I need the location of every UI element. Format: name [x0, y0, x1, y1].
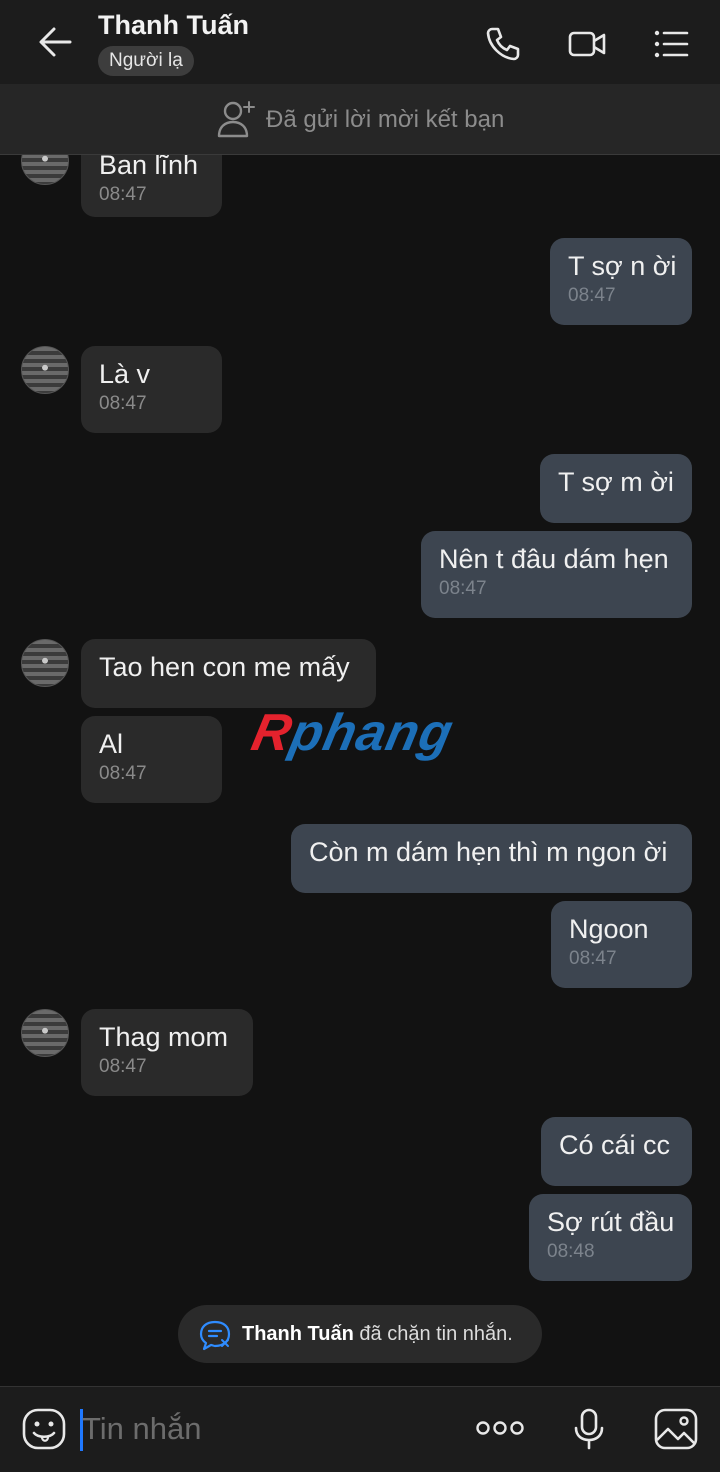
message-bubble[interactable]: T sợ n ời 08:47	[550, 238, 692, 325]
message-time: 08:47	[439, 578, 487, 599]
avatar[interactable]	[21, 1009, 69, 1057]
image-icon[interactable]	[653, 1407, 699, 1451]
message-input-bar: Tin nhắn	[0, 1386, 720, 1472]
stranger-badge: Người lạ	[98, 46, 194, 76]
message-text: Tao hen con me mấy	[99, 652, 350, 682]
emoji-icon[interactable]	[21, 1407, 67, 1451]
friend-request-text: Đã gửi lời mời kết bạn	[266, 106, 505, 133]
back-arrow-icon[interactable]	[36, 24, 76, 60]
message-text: Có cái cc	[559, 1130, 671, 1160]
message-text: T sợ m ời	[558, 467, 674, 497]
phone-icon[interactable]	[483, 24, 523, 64]
message-bubble[interactable]: Ngoon 08:47	[551, 901, 692, 988]
microphone-icon[interactable]	[566, 1407, 612, 1451]
message-input[interactable]: Tin nhắn	[82, 1411, 202, 1447]
message-bubble[interactable]: Tao hen con me mấy	[81, 639, 376, 708]
message-text: Thag mom	[99, 1022, 229, 1052]
more-dots-icon[interactable]	[476, 1420, 524, 1436]
message-text: Al	[99, 729, 124, 759]
message-bubble[interactable]: T sợ m ời	[540, 454, 692, 523]
friend-request-bar: Đã gửi lời mời kết bạn	[0, 84, 720, 155]
blocked-notice-text: Thanh Tuấn đã chặn tin nhắn.	[242, 1323, 513, 1345]
avatar[interactable]	[21, 346, 69, 394]
message-bubble[interactable]: Là v 08:47	[81, 346, 222, 433]
list-menu-icon[interactable]	[651, 24, 691, 64]
message-text: Còn m dám hẹn thì m ngon ời	[309, 837, 668, 867]
message-time: 08:47	[569, 948, 617, 969]
message-time: 08:48	[547, 1241, 595, 1262]
message-list[interactable]: Ban lĩnh 08:47 T sợ n ời 08:47 Là v 08:4…	[0, 155, 720, 1385]
message-bubble[interactable]: Còn m dám hẹn thì m ngon ời	[291, 824, 692, 893]
message-time: 08:47	[568, 285, 616, 306]
message-time: 08:47	[99, 184, 147, 205]
avatar[interactable]	[21, 155, 69, 185]
add-person-icon	[217, 101, 255, 138]
chat-header: Thanh Tuấn Người lạ	[0, 0, 720, 84]
avatar[interactable]	[21, 639, 69, 687]
message-bubble[interactable]: Al 08:47	[81, 716, 222, 803]
video-camera-icon[interactable]	[567, 24, 607, 64]
message-text: Là v	[99, 359, 151, 389]
message-bubble[interactable]: Ban lĩnh 08:47	[81, 155, 222, 217]
message-text: Ngoon	[569, 914, 649, 944]
message-text: Ban lĩnh	[99, 155, 199, 180]
message-bubble[interactable]: Nên t đâu dám hẹn 08:47	[421, 531, 692, 618]
message-bubble[interactable]: Sợ rút đầu 08:48	[529, 1194, 692, 1281]
contact-name[interactable]: Thanh Tuấn	[98, 10, 249, 41]
message-text: Sợ rút đầu	[547, 1207, 675, 1237]
message-text: Nên t đâu dám hẹn	[439, 544, 669, 574]
message-bubble[interactable]: Có cái cc	[541, 1117, 692, 1186]
message-time: 08:47	[99, 393, 147, 414]
blocked-notice: Thanh Tuấn đã chặn tin nhắn.	[178, 1305, 542, 1363]
message-text: T sợ n ời	[568, 251, 677, 281]
message-time: 08:47	[99, 1056, 147, 1077]
message-time: 08:47	[99, 763, 147, 784]
message-bubble[interactable]: Thag mom 08:47	[81, 1009, 253, 1096]
blocked-message-icon	[199, 1320, 231, 1351]
watermark-logo: Rphang	[246, 704, 459, 762]
